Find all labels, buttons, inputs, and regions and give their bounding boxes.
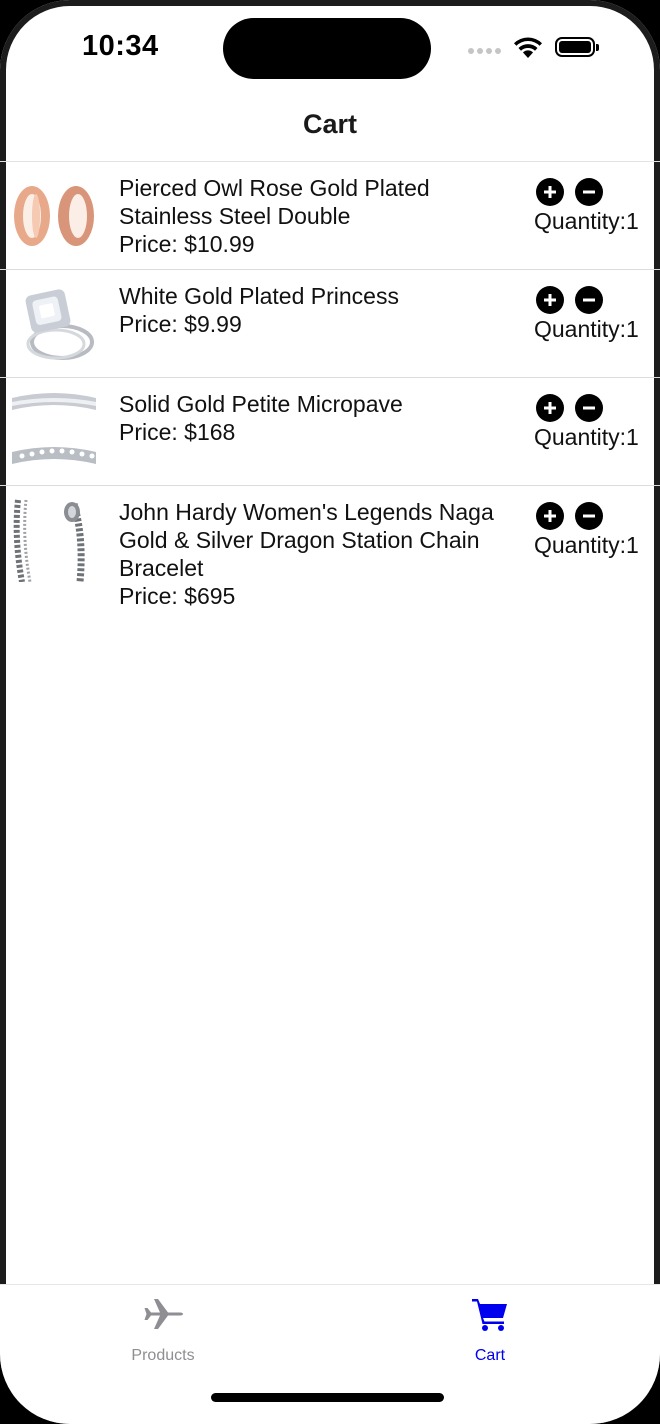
cart-list: Pierced Owl Rose Gold Plated Stainless S… xyxy=(0,162,660,622)
item-price: Price: $168 xyxy=(119,419,236,445)
status-bar: 10:34 xyxy=(0,0,660,95)
item-name: John Hardy Women's Legends Naga Gold & S… xyxy=(119,499,494,581)
item-price: Price: $695 xyxy=(119,583,236,609)
decrease-quantity-button[interactable] xyxy=(575,502,603,530)
tab-products[interactable]: Products xyxy=(83,1295,243,1365)
nav-bar: Cart xyxy=(0,95,660,162)
tab-bar: Products Cart xyxy=(0,1284,660,1424)
plus-icon xyxy=(544,510,556,522)
item-quantity: Quantity:1 xyxy=(534,532,639,558)
princess-ring-image xyxy=(12,282,96,366)
item-name: Pierced Owl Rose Gold Plated Stainless S… xyxy=(119,175,430,229)
tab-cart-label: Cart xyxy=(474,1347,506,1364)
cart-icon xyxy=(472,1299,507,1331)
minus-icon xyxy=(583,190,595,194)
item-name: White Gold Plated Princess xyxy=(119,283,399,309)
plus-icon xyxy=(544,402,556,414)
increase-quantity-button[interactable] xyxy=(536,178,564,206)
tab-products-label: Products xyxy=(131,1347,195,1364)
micropave-band-image xyxy=(12,390,96,474)
chain-bracelet-image xyxy=(12,498,96,582)
increase-quantity-button[interactable] xyxy=(536,502,564,530)
cellular-signal-icon xyxy=(468,48,501,54)
cart-item-row[interactable]: John Hardy Women's Legends Naga Gold & S… xyxy=(0,486,660,622)
minus-icon xyxy=(583,298,595,302)
minus-icon xyxy=(583,514,595,518)
item-price: Price: $9.99 xyxy=(119,311,242,337)
item-quantity: Quantity:1 xyxy=(534,316,639,342)
dynamic-island xyxy=(223,18,431,79)
battery-icon xyxy=(555,37,599,57)
item-name: Solid Gold Petite Micropave xyxy=(119,391,403,417)
wifi-icon xyxy=(514,37,542,58)
increase-quantity-button[interactable] xyxy=(536,394,564,422)
increase-quantity-button[interactable] xyxy=(536,286,564,314)
item-quantity: Quantity:1 xyxy=(534,208,639,234)
cart-item-row[interactable]: Pierced Owl Rose Gold Plated Stainless S… xyxy=(0,162,660,270)
plus-icon xyxy=(544,186,556,198)
item-price: Price: $10.99 xyxy=(119,231,255,257)
cart-item-row[interactable]: Solid Gold Petite Micropave Price: $168 … xyxy=(0,378,660,486)
status-time: 10:34 xyxy=(82,30,159,62)
phone-screen: 10:34 Cart Pierced Owl Rose Gold Plated … xyxy=(0,0,660,1424)
rose-gold-rings-image xyxy=(12,174,96,258)
minus-icon xyxy=(583,406,595,410)
item-quantity: Quantity:1 xyxy=(534,424,639,450)
decrease-quantity-button[interactable] xyxy=(575,394,603,422)
airplane-icon xyxy=(144,1299,183,1329)
decrease-quantity-button[interactable] xyxy=(575,286,603,314)
page-title: Cart xyxy=(302,109,357,139)
tab-cart[interactable]: Cart xyxy=(410,1295,570,1365)
home-indicator xyxy=(211,1393,444,1402)
plus-icon xyxy=(544,294,556,306)
cart-item-row[interactable]: White Gold Plated Princess Price: $9.99 … xyxy=(0,270,660,378)
decrease-quantity-button[interactable] xyxy=(575,178,603,206)
